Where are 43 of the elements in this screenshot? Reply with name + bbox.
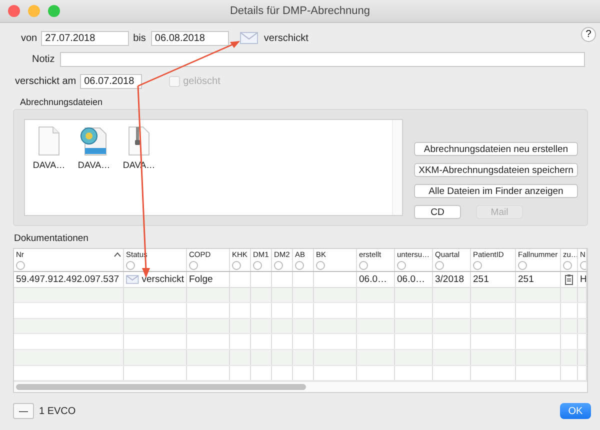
minimize-button[interactable]: [28, 5, 40, 17]
window-title: Details für DMP-Abrechnung: [230, 5, 370, 17]
document-icon[interactable]: [38, 126, 60, 156]
envelope-icon: [240, 32, 258, 44]
envelope-icon: [126, 274, 139, 284]
note-field[interactable]: [60, 52, 585, 67]
table-title: Dokumentationen: [14, 233, 90, 244]
xkm-file-icon[interactable]: [79, 126, 109, 156]
table-cell: 3/2018: [433, 272, 471, 287]
group-title: Abrechnungsdateien: [20, 97, 104, 107]
clipboard-icon[interactable]: [565, 274, 573, 285]
table-cell: H: [578, 272, 587, 287]
table-cell: 06.0…: [357, 272, 395, 287]
to-date-field[interactable]: 06.08.2018: [150, 30, 229, 46]
table-cell: Folge: [187, 272, 230, 287]
action-button[interactable]: CD: [414, 205, 461, 219]
status-label: verschickt: [264, 32, 308, 44]
from-date-field[interactable]: 27.07.2018: [41, 30, 130, 46]
remove-button[interactable]: —: [13, 403, 34, 419]
table-cell: 59.497.912.492.097.537: [14, 272, 124, 287]
help-button[interactable]: ?: [581, 27, 596, 42]
sort-caret-icon: [114, 252, 121, 257]
table-cell: 06.0…: [395, 272, 433, 287]
action-button[interactable]: Abrechnungsdateien neu erstellen: [414, 142, 578, 156]
file-name: DAVA…: [32, 160, 66, 170]
scrollbar-thumb[interactable]: [16, 384, 306, 390]
to-label: bis: [133, 32, 146, 44]
file-name: DAVA…: [78, 160, 110, 170]
count-label: 1 EVCO: [39, 406, 76, 416]
zip-file-icon[interactable]: [128, 126, 150, 156]
deleted-label: gelöscht: [183, 76, 220, 87]
sent-date-label: verschickt am: [15, 76, 76, 87]
action-button[interactable]: Alle Dateien im Finder anzeigen: [414, 184, 578, 198]
zoom-button[interactable]: [48, 5, 60, 17]
sent-date-field[interactable]: 06.07.2018: [80, 74, 142, 89]
table-cell: 251: [471, 272, 516, 287]
note-label: Notiz: [32, 54, 55, 65]
action-button[interactable]: XKM-Abrechnungsdateien speichern: [414, 163, 578, 177]
status-text: verschickt: [142, 274, 184, 285]
table-cell: 251: [516, 272, 561, 287]
scrollbar-track[interactable]: [392, 120, 402, 215]
close-button[interactable]: [8, 5, 20, 17]
from-label: von: [21, 32, 38, 44]
